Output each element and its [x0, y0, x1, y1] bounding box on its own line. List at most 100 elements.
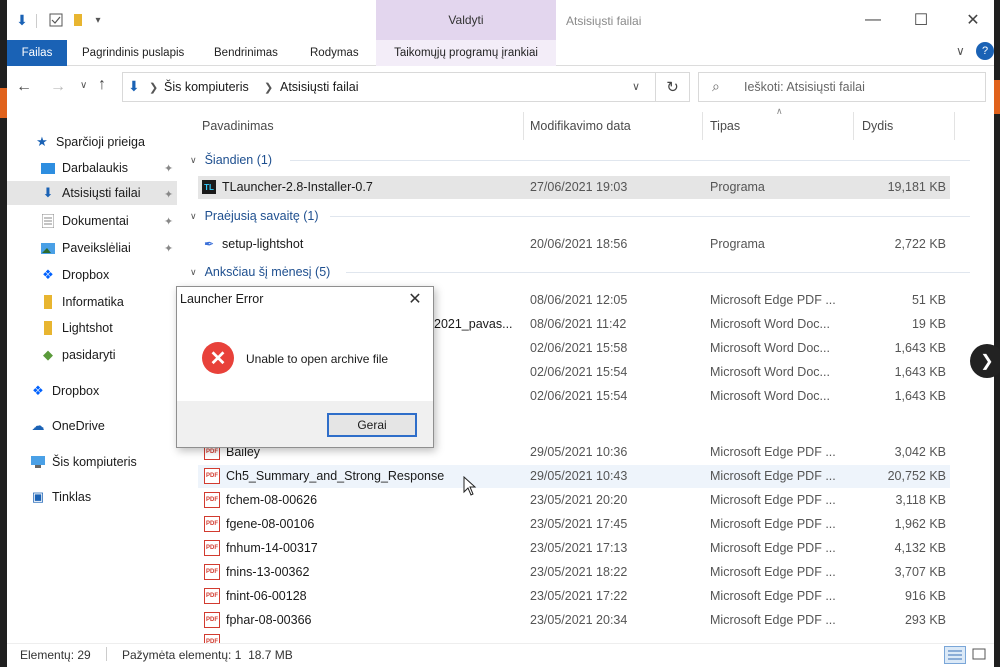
file-type: Programa: [710, 237, 765, 251]
tab-view[interactable]: Rodymas: [310, 40, 359, 66]
up-arrow-icon[interactable]: ↑: [98, 76, 106, 94]
breadcrumb-downloads[interactable]: Atsisiųsti failai: [280, 80, 359, 94]
dialog-title: Launcher Error: [180, 292, 264, 306]
minimize-icon[interactable]: —: [860, 8, 886, 32]
column-divider[interactable]: [954, 112, 955, 140]
file-type: Microsoft Edge PDF ...: [710, 469, 836, 483]
lightshot-app-icon: ✒: [203, 237, 215, 251]
file-date: 29/05/2021 10:36: [530, 445, 628, 459]
group-header-last-week[interactable]: ∨ Praėjusią savaitę (1): [190, 206, 319, 226]
group-header-today[interactable]: ∨ Šiandien (1): [190, 150, 272, 170]
pin-icon[interactable]: ✦: [164, 188, 173, 201]
file-size: 19,181 KB: [887, 180, 946, 194]
next-chevron-icon[interactable]: ❯: [970, 344, 1000, 378]
column-header-name[interactable]: Pavadinimas: [202, 112, 274, 140]
sidebar-item-network[interactable]: ▣ Tinklas: [30, 485, 91, 509]
file-type: Microsoft Edge PDF ...: [710, 613, 836, 627]
column-divider[interactable]: [523, 112, 524, 140]
sidebar-item-documents[interactable]: Dokumentai: [40, 209, 129, 233]
sidebar-item-label: Dokumentai: [62, 214, 129, 228]
pin-icon[interactable]: ✦: [164, 215, 173, 228]
maximize-icon[interactable]: ☐: [908, 8, 934, 32]
file-size: 2,722 KB: [894, 237, 946, 251]
pin-icon[interactable]: ✦: [164, 242, 173, 255]
close-icon[interactable]: ✕: [960, 8, 986, 32]
file-date: 02/06/2021 15:54: [530, 389, 628, 403]
column-divider[interactable]: [853, 112, 854, 140]
column-header-size[interactable]: Dydis: [862, 112, 893, 140]
sidebar-item-dropbox[interactable]: ❖ Dropbox: [40, 263, 109, 287]
file-size: 1,643 KB: [894, 341, 946, 355]
file-name: fnint-06-00128: [226, 589, 307, 603]
sidebar-item-lightshot[interactable]: Lightshot: [40, 316, 113, 340]
address-dropdown-icon[interactable]: ∨: [632, 80, 640, 93]
sidebar-item-label: Darbalaukis: [62, 161, 129, 175]
new-folder-icon[interactable]: [68, 10, 88, 30]
sidebar-item-quick-access[interactable]: ★ Sparčioji prieiga: [34, 130, 145, 154]
pin-icon[interactable]: ✦: [164, 162, 173, 175]
help-icon[interactable]: ?: [976, 42, 994, 60]
group-header-earlier-this-month[interactable]: ∨ Anksčiau šį mėnesį (5): [190, 262, 330, 282]
collapse-chevron-icon[interactable]: ∨: [190, 267, 197, 278]
sidebar-item-pictures[interactable]: Paveikslėliai: [40, 236, 131, 260]
status-item-count: Elementų: 29: [20, 648, 91, 662]
sidebar-item-desktop[interactable]: Darbalaukis: [40, 156, 128, 180]
sidebar-item-this-pc[interactable]: Šis kompiuteris: [30, 450, 137, 474]
sidebar-item-onedrive[interactable]: ☁ OneDrive: [30, 414, 105, 438]
sidebar-item-dropbox-root[interactable]: ❖ Dropbox: [30, 379, 99, 403]
file-name: 2021_pavas...: [434, 317, 513, 331]
pdf-icon: PDF: [204, 634, 220, 643]
context-tab-manage[interactable]: Valdyti: [376, 0, 556, 40]
file-size: 51 KB: [911, 293, 946, 307]
recent-locations-icon[interactable]: ∨: [80, 80, 87, 91]
sidebar-item-label: Dropbox: [62, 268, 110, 282]
pdf-icon: PDF: [204, 588, 220, 604]
properties-icon[interactable]: [46, 10, 66, 30]
download-icon: ⬇: [42, 185, 54, 200]
sidebar-item-downloads[interactable]: ⬇ Atsisiųsti failai: [40, 181, 141, 205]
file-name: fphar-08-00366: [226, 613, 312, 627]
mouse-cursor-icon: [463, 475, 477, 501]
large-icons-view-icon[interactable]: [970, 646, 990, 664]
ok-button[interactable]: Gerai: [327, 413, 417, 437]
column-header-type[interactable]: Tipas: [710, 112, 740, 140]
ribbon-expand-icon[interactable]: ∨: [956, 44, 965, 58]
column-divider[interactable]: [702, 112, 703, 140]
breadcrumb-this-pc[interactable]: Šis kompiuteris: [164, 80, 249, 94]
tab-home[interactable]: Pagrindinis puslapis: [82, 40, 184, 66]
details-view-icon[interactable]: [944, 646, 966, 664]
collapse-chevron-icon[interactable]: ∨: [190, 155, 197, 166]
sidebar-item-informatika[interactable]: Informatika: [40, 290, 124, 314]
breadcrumb-separator-icon: ❯: [264, 82, 274, 94]
customize-toolbar-icon[interactable]: ▾: [88, 10, 108, 30]
file-size: 4,132 KB: [894, 541, 946, 555]
table-row-partial[interactable]: PDF: [204, 634, 950, 643]
back-arrow-icon[interactable]: ←: [16, 78, 32, 96]
file-date: 27/06/2021 19:03: [530, 180, 628, 194]
file-type: Microsoft Edge PDF ...: [710, 445, 836, 459]
file-size: 19 KB: [911, 317, 946, 331]
file-name-cell: PDF fnhum-14-00317: [204, 537, 514, 559]
tab-application-tools[interactable]: Taikomųjų programų įrankiai: [376, 40, 556, 66]
file-date: 08/06/2021 11:42: [530, 317, 627, 331]
dialog-close-icon[interactable]: ✕: [402, 288, 428, 310]
file-size: 1,962 KB: [894, 517, 946, 531]
sidebar-item-label: Lightshot: [62, 321, 113, 335]
collapse-chevron-icon[interactable]: ∨: [190, 211, 197, 222]
file-date: 02/06/2021 15:54: [530, 365, 628, 379]
pdf-icon: PDF: [204, 612, 220, 628]
file-name-cell: PDF fgene-08-00106: [204, 513, 514, 535]
file-name: Ch5_Summary_and_Strong_Response: [226, 469, 445, 483]
column-header-date[interactable]: Modifikavimo data: [530, 112, 631, 140]
refresh-icon[interactable]: ↻: [656, 72, 690, 102]
tab-share[interactable]: Bendrinimas: [214, 40, 278, 66]
sidebar-item-pasidaryti[interactable]: ◆ pasidaryti: [40, 343, 116, 367]
onedrive-icon: ☁: [31, 418, 45, 433]
file-date: 23/05/2021 20:20: [530, 493, 628, 507]
sidebar-item-label: Šis kompiuteris: [52, 455, 137, 469]
file-size: 293 KB: [904, 613, 946, 627]
tab-file[interactable]: Failas: [7, 40, 67, 66]
download-arrow-icon[interactable]: ⬇: [12, 10, 32, 30]
file-date: 23/05/2021 20:34: [530, 613, 628, 627]
forward-arrow-icon[interactable]: →: [50, 78, 66, 96]
